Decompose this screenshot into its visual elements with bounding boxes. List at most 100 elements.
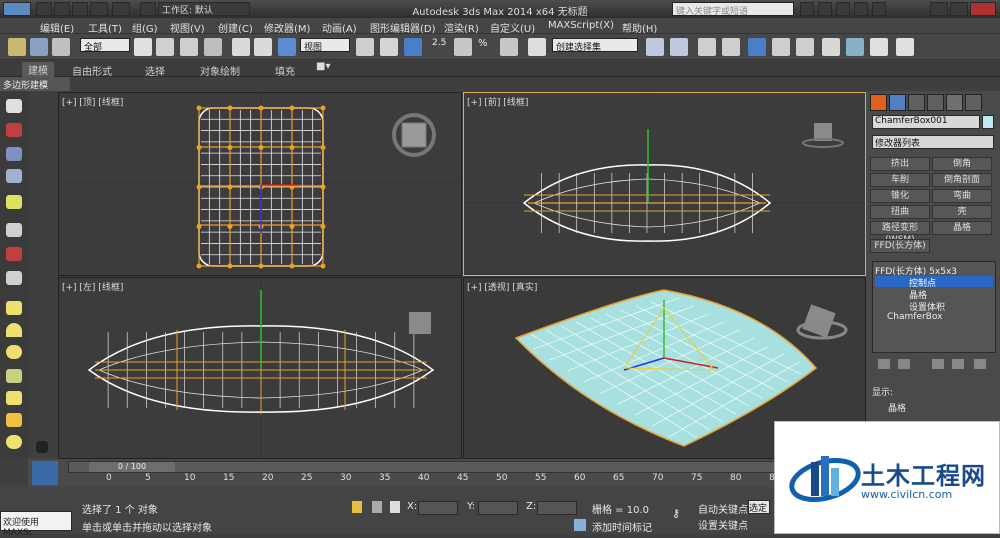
pin-stack-icon[interactable] <box>878 359 890 369</box>
align-icon[interactable] <box>670 38 688 56</box>
graphite-toggle-icon[interactable] <box>722 38 740 56</box>
modifier-list-dropdown[interactable]: 修改器列表 <box>872 135 994 149</box>
move-icon[interactable] <box>232 38 250 56</box>
modify-tab-icon[interactable] <box>889 94 906 111</box>
taper-button[interactable]: 锥化 <box>870 189 930 203</box>
tab-selection[interactable]: 选择 <box>145 63 165 78</box>
spinner-snap-icon[interactable] <box>500 38 518 56</box>
show-end-result-icon[interactable] <box>898 359 910 369</box>
edit-named-sets-icon[interactable] <box>528 38 546 56</box>
ffd-box-button[interactable]: FFD(长方体) <box>870 239 930 253</box>
key-icon[interactable]: ⚷ <box>672 507 690 520</box>
y-coord-field[interactable] <box>478 501 518 515</box>
search-input[interactable]: 键入关键字或短语 <box>672 2 794 17</box>
viewport-front[interactable]: [+] [前] [线框] <box>463 92 866 276</box>
tab-modeling[interactable]: 建模 <box>22 62 54 77</box>
percent-snap-icon[interactable]: % <box>478 38 496 56</box>
pivot-center-icon[interactable] <box>356 38 374 56</box>
angle-snap-icon[interactable] <box>454 38 472 56</box>
camera-icon[interactable] <box>6 223 22 237</box>
reference-coord-dropdown[interactable]: 视图 <box>300 38 350 53</box>
lattice-checkbox[interactable]: 晶格 <box>888 401 988 415</box>
lattice-button[interactable]: 晶格 <box>932 221 992 235</box>
named-selection-dropdown[interactable]: 创建选择集 <box>552 38 638 53</box>
render-setup-icon[interactable] <box>822 38 840 56</box>
time-tag-icon[interactable] <box>574 519 586 531</box>
scale-icon[interactable] <box>278 38 296 56</box>
stack-item-control-points[interactable]: 控制点 <box>875 276 993 289</box>
tab-freeform[interactable]: 自由形式 <box>72 63 112 78</box>
render-production-icon[interactable] <box>896 38 914 56</box>
extrude-button[interactable]: 挤出 <box>870 157 930 171</box>
menu-create[interactable]: 创建(C) <box>218 20 253 35</box>
curve-editor-icon[interactable] <box>748 38 766 56</box>
binoculars-icon[interactable] <box>800 2 814 16</box>
lathe-button[interactable]: 车削 <box>870 173 930 187</box>
object-color-swatch[interactable] <box>982 115 994 129</box>
tab-populate[interactable]: 填充 <box>275 63 295 78</box>
render-teapot-icon[interactable] <box>870 38 888 56</box>
maximize-button[interactable] <box>950 2 968 16</box>
material-editor-icon[interactable] <box>796 38 814 56</box>
stack-item-chamferbox[interactable]: ChamferBox <box>875 312 993 323</box>
sun-icon[interactable] <box>6 413 22 427</box>
light-bulb-icon[interactable] <box>6 195 22 209</box>
select-manipulate-icon[interactable] <box>380 38 398 56</box>
viewport-label-perspective[interactable]: [+] [透视] [真实] <box>467 280 537 293</box>
schematic-view-icon[interactable] <box>772 38 790 56</box>
snap-toggle-icon[interactable]: 2.5 <box>432 38 450 56</box>
menu-animation[interactable]: 动画(A) <box>322 20 357 35</box>
set-key-button[interactable]: 设置关键点 <box>698 517 748 532</box>
layer-manager-icon[interactable] <box>698 38 716 56</box>
viewport-top[interactable]: [+] [顶] [线框] <box>58 92 462 276</box>
configure-sets-icon[interactable] <box>974 359 986 369</box>
remove-modifier-icon[interactable] <box>952 359 964 369</box>
auto-key-button[interactable]: 自动关键点 <box>698 501 748 516</box>
scene-explorer-icon[interactable] <box>6 147 22 161</box>
communication-icon[interactable] <box>836 2 850 16</box>
time-slider[interactable]: 0 / 100 <box>68 461 858 473</box>
selection-filter-dropdown[interactable]: 全部 <box>80 38 130 53</box>
twist-button[interactable]: 扭曲 <box>870 205 930 219</box>
display-rollout-title[interactable]: 显示: <box>872 385 992 399</box>
add-time-tag[interactable]: 添加时间标记 <box>592 519 652 534</box>
absolute-mode-icon[interactable] <box>390 501 400 513</box>
menu-tools[interactable]: 工具(T) <box>88 20 122 35</box>
display-tab-icon[interactable] <box>946 94 963 111</box>
favorites-icon[interactable] <box>854 2 868 16</box>
cone-icon[interactable] <box>6 391 22 405</box>
selected-dropdown[interactable]: 选定 <box>748 500 770 514</box>
stack-item-set-volume[interactable]: 设置体积 <box>875 300 993 313</box>
ribbon-options-icon[interactable]: ■▾ <box>316 61 330 72</box>
polygon-modeling-panel[interactable]: 多边形建模 <box>0 77 70 91</box>
menu-edit[interactable]: 编辑(E) <box>40 20 74 35</box>
close-button[interactable] <box>970 2 996 16</box>
menu-help[interactable]: 帮助(H) <box>622 20 657 35</box>
frame-counter[interactable]: 0 / 100 <box>89 462 175 472</box>
window-crossing-icon[interactable] <box>204 38 222 56</box>
stack-item-lattice[interactable]: 晶格 <box>875 288 993 301</box>
lock-selection-icon[interactable] <box>352 501 362 513</box>
bind-spacewarp-icon[interactable] <box>52 38 70 56</box>
rendered-frame-icon[interactable] <box>846 38 864 56</box>
expand-arrow-icon[interactable] <box>36 441 48 453</box>
menu-maxscript[interactable]: MAXScript(X) <box>548 20 614 31</box>
z-coord-field[interactable] <box>537 501 577 515</box>
hemisphere-icon[interactable] <box>6 323 22 337</box>
menu-rendering[interactable]: 渲染(R) <box>444 20 479 35</box>
unlink-icon[interactable] <box>30 38 48 56</box>
viewport-label-front[interactable]: [+] [前] [线框] <box>467 95 528 108</box>
utilities-tab-icon[interactable] <box>965 94 982 111</box>
hierarchy-tab-icon[interactable] <box>908 94 925 111</box>
select-object-icon[interactable] <box>134 38 152 56</box>
path-deform-button[interactable]: 路径变形 (WSM) <box>870 221 930 245</box>
geosphere-icon[interactable] <box>6 435 22 449</box>
create-tab-icon[interactable] <box>870 94 887 111</box>
bend-button[interactable]: 弯曲 <box>932 189 992 203</box>
bevel-button[interactable]: 倒角 <box>932 157 992 171</box>
motion-tab-icon[interactable] <box>927 94 944 111</box>
keyboard-shortcut-icon[interactable] <box>404 38 422 56</box>
menu-customize[interactable]: 自定义(U) <box>490 20 535 35</box>
cylinder-icon[interactable] <box>6 369 22 383</box>
subscription-icon[interactable] <box>818 2 832 16</box>
